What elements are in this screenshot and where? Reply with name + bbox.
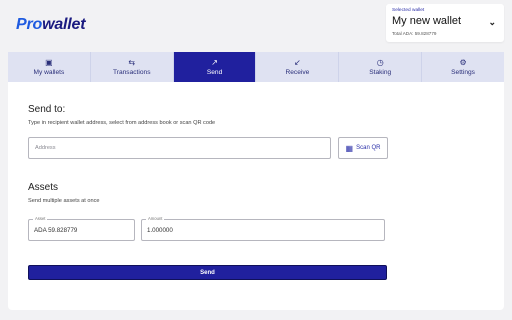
app-logo: Prowallet — [16, 16, 86, 34]
tab-label: Receive — [285, 68, 310, 76]
amount-input[interactable]: Amount 1.000000 — [141, 216, 385, 241]
assets-subtitle: Send multiple assets at once — [28, 198, 100, 204]
tab-label: Send — [206, 68, 223, 76]
tab-settings[interactable]: ⚙ Settings — [422, 52, 504, 82]
send-button[interactable]: Send — [28, 265, 387, 280]
send-arrow-icon: ↗ — [211, 57, 218, 67]
send-to-heading: Send to: — [28, 104, 66, 115]
scan-qr-button[interactable]: ▦ Scan QR — [338, 137, 388, 159]
tab-label: Staking — [369, 68, 392, 76]
assets-heading: Assets — [28, 182, 59, 193]
tab-my-wallets[interactable]: ▣ My wallets — [8, 52, 90, 82]
tab-send[interactable]: ↗ Send — [173, 52, 256, 82]
staking-icon: ◷ — [376, 57, 384, 67]
address-placeholder: Address — [35, 145, 56, 151]
wallet-selector-label: Selected wallet — [392, 8, 425, 13]
tab-staking[interactable]: ◷ Staking — [339, 52, 422, 82]
asset-field-label: Asset — [33, 216, 48, 222]
chevron-down-icon[interactable]: ⌄ — [488, 17, 496, 28]
scan-qr-label: Scan QR — [356, 145, 381, 151]
tab-label: Transactions — [112, 68, 151, 76]
transactions-icon: ⇆ — [128, 57, 136, 67]
tab-transactions[interactable]: ⇆ Transactions — [90, 52, 173, 82]
wallet-icon: ▣ — [45, 57, 53, 67]
amount-field-label: Amount — [146, 216, 165, 222]
wallet-selector[interactable]: Selected wallet My new wallet Total ADA:… — [386, 4, 504, 42]
gear-icon: ⚙ — [459, 57, 467, 67]
asset-select[interactable]: Asset ADA 59.828779 — [28, 216, 135, 241]
tab-label: Settings — [451, 68, 475, 76]
amount-value: 1.000000 — [147, 227, 173, 234]
wallet-selector-name: My new wallet — [392, 15, 462, 27]
tab-receive[interactable]: ↙ Receive — [256, 52, 339, 82]
logo-pro-text: Pro — [16, 16, 43, 33]
send-form-card: Send to: Type in recipient wallet addres… — [8, 82, 504, 310]
receive-arrow-icon: ↙ — [294, 57, 301, 67]
wallet-total-ada: Total ADA: 59.828779 — [392, 31, 437, 36]
tab-label: My wallets — [33, 68, 65, 76]
main-tab-bar: ▣ My wallets ⇆ Transactions ↗ Send ↙ Rec… — [8, 52, 504, 82]
logo-wallet-text: wallet — [42, 16, 86, 33]
asset-value: ADA 59.828779 — [34, 227, 78, 234]
address-input[interactable]: Address — [28, 137, 331, 159]
qr-code-icon: ▦ — [345, 143, 354, 153]
send-to-subtitle: Type in recipient wallet address, select… — [28, 120, 216, 126]
